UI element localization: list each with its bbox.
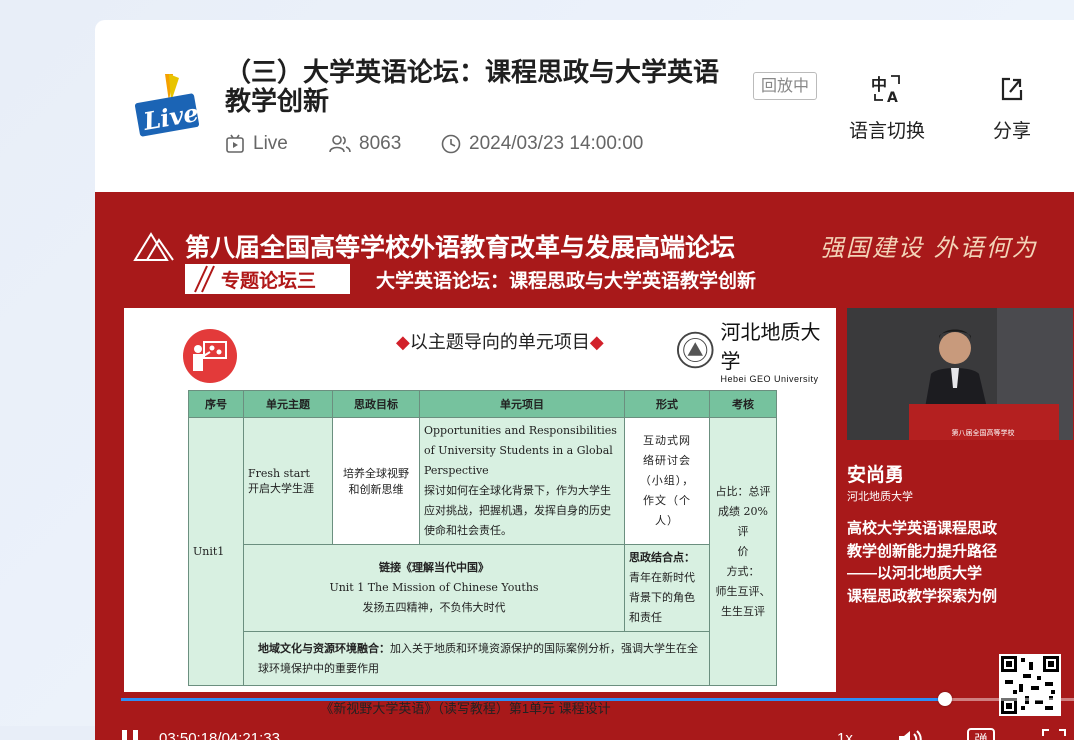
session-title: 大学英语论坛：课程思政与大学英语教学创新 — [376, 270, 757, 292]
volume-button[interactable] — [897, 728, 923, 740]
live-play-icon — [226, 134, 244, 153]
speed-button[interactable]: 1x — [837, 730, 853, 740]
combo-cell: 思政结合点：青年在新时代背景下的角色和责任 — [624, 544, 710, 632]
clock-icon — [441, 134, 461, 154]
language-switch-button[interactable]: 中A 语言切换 — [841, 72, 933, 143]
progress-bar[interactable] — [121, 692, 1074, 706]
slash-decoration-icon — [194, 265, 215, 293]
forum-slogan: 强国建设 外语何为 — [820, 234, 1038, 262]
table-header: 形式 — [624, 390, 710, 418]
session-tag-text: 专题论坛三 — [221, 270, 317, 292]
session-tag: 专题论坛三 — [185, 264, 350, 294]
table-header: 序号 — [188, 390, 244, 418]
table-header: 单元主题 — [243, 390, 333, 418]
total-time: 04:21:33 — [221, 730, 280, 740]
university-seal-icon — [676, 331, 714, 369]
teacher-icon — [182, 328, 238, 389]
progress-handle[interactable] — [937, 692, 952, 706]
video-player[interactable]: 第八届全国高等学校外语教育改革与发展高端论坛 强国建设 外语何为 专题论坛三 大… — [95, 192, 1074, 740]
podium-text: 第八届全国高等学校 — [952, 428, 1015, 437]
link-cell: 链接《理解当代中国》 Unit 1 The Mission of Chinese … — [243, 544, 625, 632]
form-cell: 互动式网 络研讨会 （小组）， 作文（个 人） — [624, 417, 710, 545]
fullscreen-button[interactable] — [1041, 728, 1067, 740]
type-label: Live — [225, 132, 288, 156]
svg-text:中: 中 — [871, 75, 887, 94]
table-row: 地域文化与资源环境融合：加入关于地质和环境资源保护的国际案例分析，强调大学生在全… — [189, 631, 777, 686]
live-card: Live （三）大学英语论坛：课程思政与大学英语教学创新 回放中 Live 80… — [95, 20, 1074, 740]
fullscreen-icon — [1042, 729, 1066, 736]
time-display: 03:50:18/04:21:33 — [159, 730, 280, 740]
share-button[interactable]: 分享 — [983, 72, 1041, 143]
table-header-row: 序号 单元主题 思政目标 单元项目 形式 考核 — [188, 390, 777, 418]
qr-code — [999, 654, 1061, 716]
goal-cell: 培养全球视野 和创新思维 — [332, 417, 420, 545]
volume-icon — [899, 730, 922, 740]
university-name-cn: 河北地质大学 — [720, 320, 821, 373]
share-icon — [983, 72, 1041, 106]
users-icon — [329, 135, 351, 153]
type-label-text: Live — [253, 133, 288, 154]
university-logo: 河北地质大学 Hebei GEO University — [676, 316, 836, 384]
replay-status-badge: 回放中 — [753, 72, 817, 100]
live-logo: Live — [134, 72, 201, 144]
danmaku-button[interactable]: 弹 — [967, 728, 995, 740]
diamond-left-icon: ◆ — [396, 332, 410, 352]
forum-title: 第八届全国高等学校外语教育改革与发展高端论坛 — [133, 228, 735, 264]
slide-heading: ◆以主题导向的单元项目◆ — [396, 328, 604, 354]
viewer-count: 8063 — [329, 132, 401, 156]
forum-title-text: 第八届全国高等学校外语教育改革与发展高端论坛 — [185, 234, 736, 262]
table-header: 考核 — [709, 390, 777, 418]
language-switch-icon: 中A — [841, 72, 933, 106]
start-datetime-text: 2024/03/23 14:00:00 — [469, 133, 644, 154]
slide-heading-text: 以主题导向的单元项目 — [409, 332, 590, 352]
table-row: 链接《理解当代中国》 Unit 1 The Mission of Chinese … — [189, 544, 777, 632]
start-datetime: 2024/03/23 14:00:00 — [441, 132, 643, 156]
table-header: 思政目标 — [332, 390, 420, 418]
theme-cell: Fresh start 开启大学生涯 — [243, 417, 333, 545]
table-row: Unit1 Fresh start 开启大学生涯 培养全球视野 和创新思维 Oppo… — [188, 417, 777, 686]
project-cell: Opportunities and Responsibilities of Un… — [419, 417, 625, 545]
unit-cell: Unit1 — [188, 417, 244, 686]
svg-text:A: A — [887, 90, 898, 104]
assessment-cell: 占比：总评 成绩 20%评价方式： 师生互评、 生生互评 — [709, 417, 777, 686]
page-title: （三）大学英语论坛：课程思政与大学英语教学创新 — [225, 57, 720, 116]
diamond-right-icon: ◆ — [589, 332, 604, 352]
pause-button[interactable] — [119, 728, 141, 740]
speaker-affiliation: 河北地质大学 — [847, 491, 913, 503]
pause-icon — [122, 730, 138, 740]
university-name-en: Hebei GEO University — [720, 374, 819, 384]
region-cell: 地域文化与资源环境融合：加入关于地质和环境资源保护的国际案例分析，强调大学生在全… — [243, 631, 710, 686]
speaker-name: 安尚勇 — [847, 465, 905, 486]
presentation-slide: ◆以主题导向的单元项目◆ 河北地质大学 Hebei GEO University… — [124, 308, 836, 692]
speaker-topic: 高校大学英语课程思政 教学创新能力提升路径 ——以河北地质大学 课程思政教学探索… — [847, 520, 998, 605]
table-header: 单元项目 — [419, 390, 625, 418]
viewer-count-text: 8063 — [359, 133, 402, 154]
share-label: 分享 — [992, 121, 1031, 142]
session-bar: 专题论坛三 大学英语论坛：课程思政与大学英语教学创新 — [185, 264, 756, 294]
danmaku-icon: 弹 — [967, 728, 995, 740]
language-switch-label: 语言切换 — [848, 121, 925, 142]
current-time: 03:50:18 — [159, 730, 218, 740]
speaker-video: 第八届全国高等学校 — [847, 308, 1073, 440]
forum-emblem-icon — [133, 232, 174, 261]
progress-fill — [121, 698, 945, 701]
unit-project-table: 序号 单元主题 思政目标 单元项目 形式 考核 Unit1 Fresh star… — [188, 390, 777, 686]
